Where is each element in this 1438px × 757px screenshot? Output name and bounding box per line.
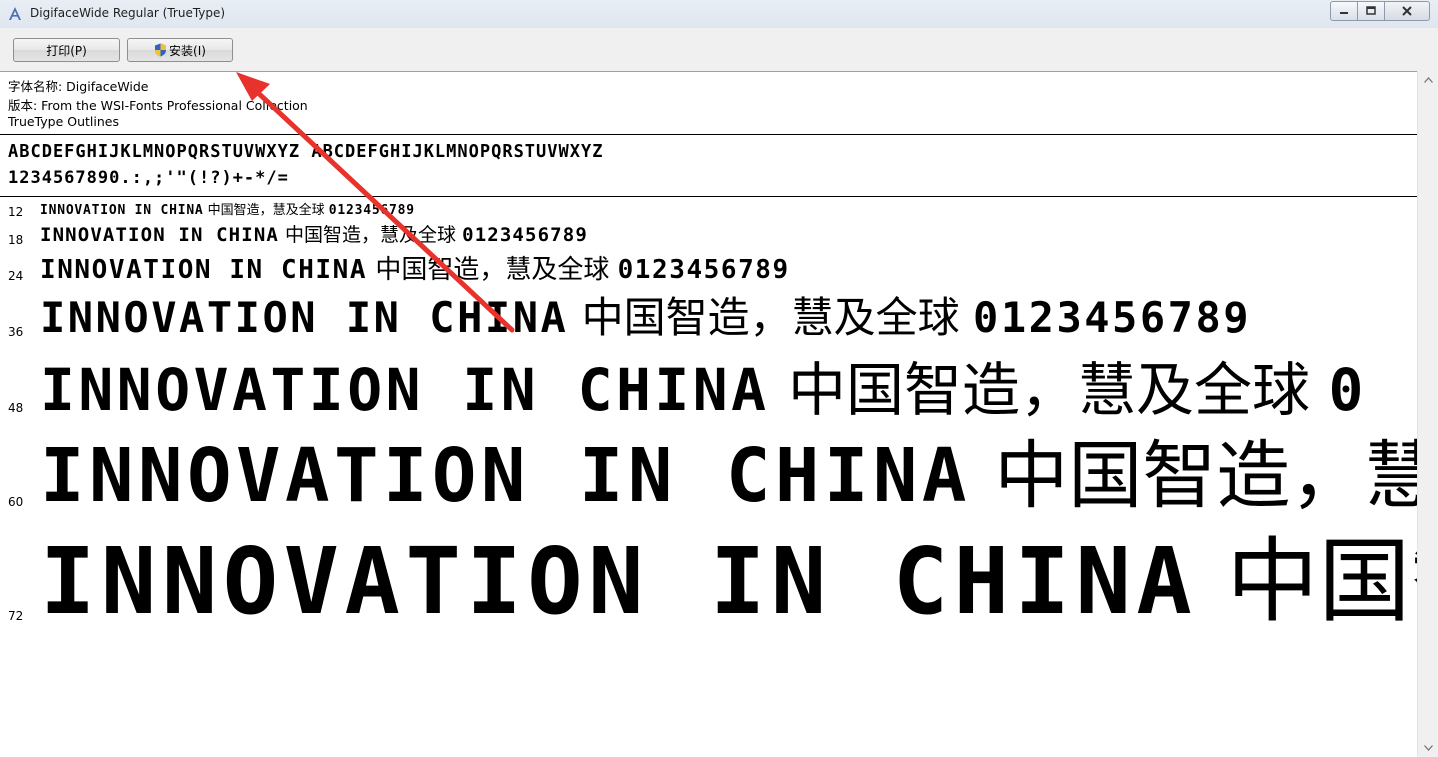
digits-symbols-sample: 1234567890.:,;'"(!?)+-*/= xyxy=(8,168,289,188)
sample-line-24: INNOVATION IN CHINA 中国智造，慧及全球 0123456789 xyxy=(40,257,790,283)
sample-digits: 0123456789 xyxy=(617,255,790,285)
font-viewer-icon xyxy=(9,7,21,20)
sample-cjk: 中国智造，慧及全球 xyxy=(279,224,463,246)
sample-latin: INNOVATION IN CHINA xyxy=(40,255,368,285)
sample-cjk: 中国智造，慧及全球 xyxy=(769,356,1329,424)
sample-cjk: 中国智造，慧及全球 xyxy=(203,203,329,218)
alphabet-sample: ABCDEFGHIJKLMNOPQRSTUVWXYZ ABCDEFGHIJKLM… xyxy=(8,141,604,163)
window-controls xyxy=(1330,1,1430,21)
size-label: 48 xyxy=(8,401,24,415)
size-label: 24 xyxy=(8,269,24,283)
sample-latin: INNOVATION IN CHINA xyxy=(40,203,204,218)
font-version-line: 版本: From the WSI-Fonts Professional Coll… xyxy=(8,98,308,113)
font-outline-line: TrueType Outlines xyxy=(8,114,119,129)
window-title: DigifaceWide Regular (TrueType) xyxy=(30,6,226,20)
chevron-up-icon xyxy=(1424,76,1433,83)
font-preview-panel: 字体名称: DigifaceWide 版本: From the WSI-Font… xyxy=(0,71,1417,757)
sample-cjk: 中国智 xyxy=(1226,528,1418,635)
install-button-label: 安装(I) xyxy=(169,43,206,58)
print-button-label: 打印(P) xyxy=(46,43,87,58)
print-button[interactable]: 打印(P) xyxy=(13,38,120,62)
close-icon xyxy=(1402,6,1412,16)
sample-latin: INNOVATION IN CHINA xyxy=(40,528,1198,635)
sample-line-48: INNOVATION IN CHINA 中国智造，慧及全球 0 xyxy=(40,361,1367,419)
size-label: 60 xyxy=(8,495,24,509)
sample-cjk: 中国智造，慧及全球 xyxy=(568,293,974,342)
chevron-down-icon xyxy=(1424,744,1433,751)
sample-latin: INNOVATION IN CHINA xyxy=(40,356,770,424)
minimize-button[interactable] xyxy=(1330,1,1358,21)
size-label: 36 xyxy=(8,325,24,339)
install-button[interactable]: 安装(I) xyxy=(127,38,233,62)
sample-digits: 0 xyxy=(1328,356,1367,424)
sample-line-60: INNOVATION IN CHINA 中国智造，慧 xyxy=(40,439,1417,513)
font-name-line: 字体名称: DigifaceWide xyxy=(8,79,149,94)
sample-digits: 0123456789 xyxy=(462,224,588,246)
scroll-down-button[interactable] xyxy=(1418,739,1438,756)
vertical-scrollbar[interactable] xyxy=(1417,71,1438,756)
scroll-up-button[interactable] xyxy=(1418,71,1438,88)
sample-digits: 0123456789 xyxy=(328,203,415,218)
divider xyxy=(0,196,1417,197)
sample-latin: INNOVATION IN CHINA xyxy=(40,293,569,342)
sample-cjk: 中国智造，慧及全球 xyxy=(367,255,618,285)
title-bar: DigifaceWide Regular (TrueType) xyxy=(0,0,1438,29)
sample-cjk: 中国智造，慧 xyxy=(970,433,1417,519)
size-label: 72 xyxy=(8,609,24,623)
sample-line-36: INNOVATION IN CHINA 中国智造，慧及全球 0123456789 xyxy=(40,297,1251,339)
uac-shield-icon xyxy=(155,43,167,57)
maximize-button[interactable] xyxy=(1357,1,1385,21)
size-label: 12 xyxy=(8,205,24,219)
sample-line-18: INNOVATION IN CHINA 中国智造，慧及全球 0123456789 xyxy=(40,226,588,245)
sample-digits: 0123456789 xyxy=(973,293,1252,342)
maximize-icon xyxy=(1366,6,1376,15)
sample-line-12: INNOVATION IN CHINA 中国智造，慧及全球 0123456789 xyxy=(40,204,415,217)
sample-line-72: INNOVATION IN CHINA 中国智 xyxy=(40,536,1417,628)
minimize-icon xyxy=(1340,12,1348,14)
toolbar: 打印(P) 安装(I) xyxy=(0,28,1438,70)
sample-latin: INNOVATION IN CHINA xyxy=(40,224,280,246)
sample-latin: INNOVATION IN CHINA xyxy=(40,433,971,519)
close-button[interactable] xyxy=(1384,1,1430,21)
divider xyxy=(0,134,1417,135)
size-label: 18 xyxy=(8,233,24,247)
